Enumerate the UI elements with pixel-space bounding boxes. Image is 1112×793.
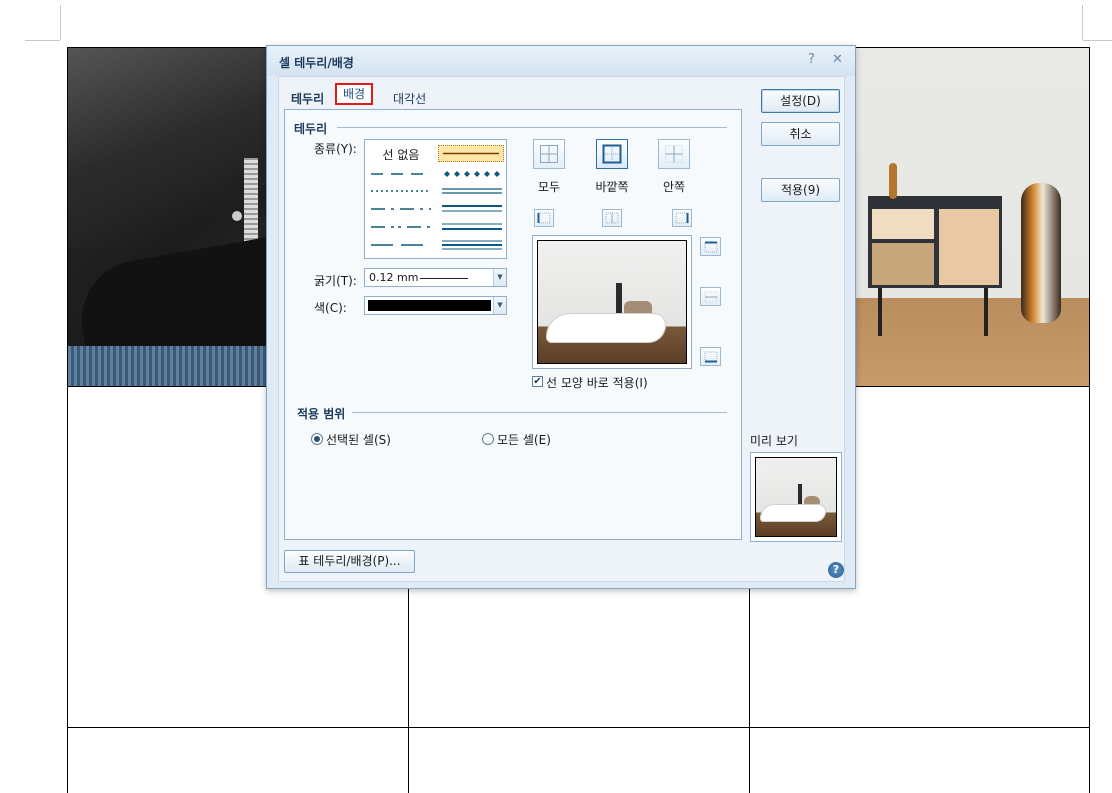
range-selected-cells-label[interactable]: 선택된 셀(S): [326, 431, 391, 448]
preview-label: 미리 보기: [750, 434, 798, 448]
preset-outside-label: 바깥쪽: [595, 180, 629, 194]
color-label: 색(C):: [314, 301, 347, 315]
line-style-triple[interactable]: [440, 237, 504, 253]
border-left-icon: [537, 212, 551, 224]
line-style-dash-dot-dot[interactable]: [369, 219, 433, 235]
range-group-label: 적용 범위: [297, 405, 350, 422]
table-line: [1089, 47, 1090, 793]
line-style-double[interactable]: [440, 183, 504, 199]
cell-border-background-dialog[interactable]: 셀 테두리/배경 ? ✕ 테두리 배경 대각선 테두리 종류(Y): 선 없음: [266, 45, 856, 589]
thickness-label: 굵기(T):: [314, 274, 357, 288]
border-top-toggle[interactable]: [700, 237, 721, 256]
border-right-toggle[interactable]: [672, 209, 692, 227]
dialog-title: 셀 테두리/배경: [279, 56, 354, 70]
cancel-button[interactable]: 취소: [761, 122, 840, 146]
preset-all-button[interactable]: [533, 139, 565, 169]
group-line: [337, 127, 727, 128]
thickness-value: 0.12 mm: [369, 271, 419, 284]
dialog-titlebar[interactable]: 셀 테두리/배경 ? ✕: [267, 46, 855, 76]
tab-diagonal[interactable]: 대각선: [389, 89, 430, 109]
border-right-icon: [675, 212, 689, 224]
preview-image: [537, 240, 687, 364]
table-line: [67, 727, 1090, 728]
tab-border[interactable]: 테두리: [287, 89, 328, 109]
line-type-label: 종류(Y):: [314, 142, 357, 156]
line-style-diamond[interactable]: [440, 166, 504, 182]
color-select[interactable]: ▼: [364, 296, 507, 315]
line-style-thin-thick[interactable]: [440, 219, 504, 235]
line-style-dotted[interactable]: [369, 183, 433, 199]
border-bottom-toggle[interactable]: [700, 347, 721, 366]
apply-button[interactable]: 적용(9): [761, 178, 840, 202]
preset-outside-button[interactable]: [596, 139, 628, 169]
border-left-toggle[interactable]: [534, 209, 554, 227]
group-line: [352, 412, 727, 413]
border-top-icon: [704, 241, 717, 252]
apply-line-checkbox[interactable]: ✔: [532, 376, 543, 387]
thickness-sample-line: [420, 278, 468, 279]
help-icon[interactable]: ?: [808, 52, 815, 67]
color-swatch: [368, 300, 491, 311]
mini-preview: [750, 452, 842, 542]
tab-background[interactable]: 배경: [335, 83, 374, 105]
line-style-dash-dot[interactable]: [369, 201, 433, 217]
line-style-long-dash[interactable]: [369, 237, 433, 253]
line-type-list[interactable]: 선 없음: [364, 139, 507, 259]
cell-image-cabinet[interactable]: [856, 48, 1089, 386]
close-icon[interactable]: ✕: [832, 52, 843, 67]
border-all-icon: [540, 145, 558, 163]
border-preview[interactable]: [532, 235, 692, 369]
preset-inside-label: 안쪽: [662, 180, 686, 194]
line-style-thick-thin[interactable]: [440, 201, 504, 217]
line-style-dashed[interactable]: [369, 166, 433, 182]
apply-line-label: 선 모양 바로 적용(I): [546, 376, 648, 390]
border-bottom-icon: [704, 351, 717, 362]
range-all-cells-label[interactable]: 모든 셀(E): [497, 431, 551, 448]
chevron-down-icon[interactable]: ▼: [493, 269, 506, 286]
range-all-cells-radio[interactable]: [482, 433, 494, 445]
line-style-none[interactable]: 선 없음: [371, 146, 431, 163]
preset-inside-button[interactable]: [658, 139, 690, 169]
chevron-down-icon[interactable]: ▼: [493, 297, 506, 314]
table-line: [67, 47, 68, 793]
border-inside-icon: [665, 145, 683, 163]
border-vertical-center-toggle[interactable]: [602, 209, 622, 227]
border-horizontal-center-toggle[interactable]: [700, 287, 721, 306]
border-vertical-center-icon: [605, 212, 619, 224]
border-horizontal-center-icon: [704, 291, 717, 302]
border-outside-icon: [602, 144, 622, 164]
thickness-select[interactable]: 0.12 mm ▼: [364, 268, 507, 287]
range-selected-cells-radio[interactable]: [311, 433, 323, 445]
line-style-selected-solid[interactable]: [438, 145, 504, 162]
border-group-label: 테두리: [294, 120, 332, 137]
ok-button[interactable]: 설정(D): [761, 89, 840, 113]
help-icon[interactable]: ?: [828, 562, 844, 578]
table-border-button[interactable]: 표 테두리/배경(P)...: [284, 550, 415, 573]
preset-all-label: 모두: [537, 180, 561, 194]
